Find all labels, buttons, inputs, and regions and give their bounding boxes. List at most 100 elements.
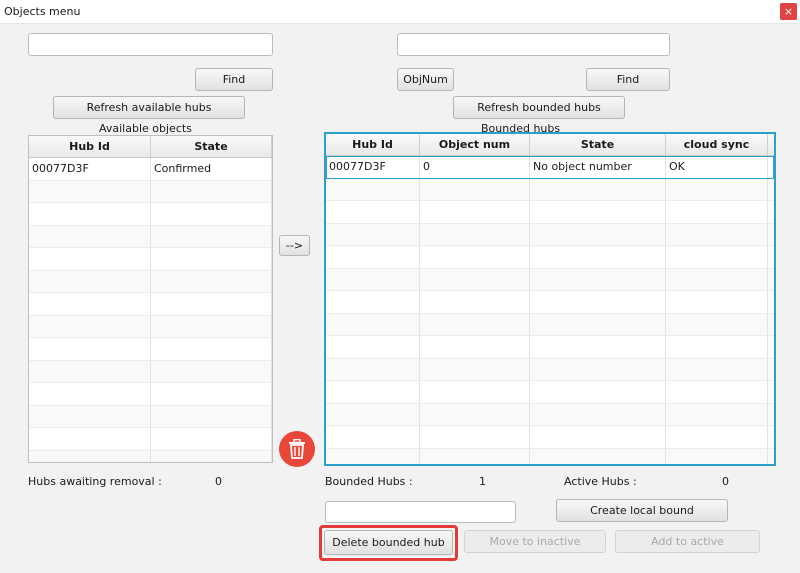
table-cell: [326, 178, 420, 200]
table-cell: [151, 293, 272, 315]
empty-row[interactable]: [326, 223, 774, 246]
table-cell: [29, 338, 151, 360]
table-cell: [666, 358, 768, 380]
empty-row[interactable]: [29, 383, 272, 406]
empty-row[interactable]: [29, 180, 272, 203]
empty-row[interactable]: [326, 426, 774, 449]
table-cell: [326, 381, 420, 403]
table-cell: [530, 313, 666, 335]
table-cell: 0: [420, 156, 530, 178]
empty-row[interactable]: [29, 338, 272, 361]
column-header-hub-id[interactable]: Hub Id: [29, 136, 151, 157]
empty-row[interactable]: [29, 360, 272, 383]
available-objects-table[interactable]: Hub Id State 00077D3F Confirmed: [28, 135, 273, 463]
hubs-awaiting-removal-count: 0: [215, 475, 222, 488]
table-cell: [530, 201, 666, 223]
table-cell: [151, 315, 272, 337]
highlight-box: [319, 525, 458, 561]
table-cell: [29, 225, 151, 247]
table-row[interactable]: 00077D3F 0 No object number OK: [326, 156, 774, 179]
bounded-find-button[interactable]: Find: [586, 68, 670, 91]
empty-row[interactable]: [326, 291, 774, 314]
available-find-button[interactable]: Find: [195, 68, 273, 91]
available-search-input[interactable]: [28, 33, 273, 56]
bounded-search-input[interactable]: [397, 33, 670, 56]
table-cell: [29, 315, 151, 337]
empty-row[interactable]: [29, 315, 272, 338]
column-header-cloud-sync[interactable]: cloud sync: [666, 134, 768, 155]
empty-row[interactable]: [326, 268, 774, 291]
table-cell: [666, 403, 768, 425]
create-local-bound-button[interactable]: Create local bound: [556, 499, 728, 522]
refresh-available-hubs-button[interactable]: Refresh available hubs: [53, 96, 245, 119]
refresh-bounded-hubs-button[interactable]: Refresh bounded hubs: [453, 96, 625, 119]
empty-row[interactable]: [29, 203, 272, 226]
table-cell: [530, 246, 666, 268]
table-cell: [666, 381, 768, 403]
hubs-awaiting-removal-label: Hubs awaiting removal :: [28, 475, 162, 488]
empty-row[interactable]: [29, 248, 272, 271]
empty-row[interactable]: [326, 201, 774, 224]
table-cell: [151, 405, 272, 427]
table-cell: [530, 448, 666, 464]
table-cell: [29, 360, 151, 382]
empty-row[interactable]: [29, 450, 272, 462]
table-cell: [420, 201, 530, 223]
empty-row[interactable]: [29, 225, 272, 248]
empty-row[interactable]: [326, 403, 774, 426]
table-cell: [666, 268, 768, 290]
table-cell: [530, 291, 666, 313]
empty-row[interactable]: [326, 381, 774, 404]
add-to-active-button[interactable]: Add to active: [615, 530, 760, 553]
table-cell: [666, 313, 768, 335]
table-cell: [420, 178, 530, 200]
table-cell: [151, 180, 272, 202]
empty-row[interactable]: [29, 405, 272, 428]
table-cell: [530, 178, 666, 200]
table-cell: [420, 313, 530, 335]
table-row[interactable]: 00077D3F Confirmed: [29, 158, 272, 181]
close-icon[interactable]: ×: [780, 3, 797, 20]
local-bound-input[interactable]: [325, 501, 516, 523]
column-header-state[interactable]: State: [530, 134, 666, 155]
table-cell: [420, 358, 530, 380]
table-cell: [151, 225, 272, 247]
empty-row[interactable]: [326, 313, 774, 336]
empty-row[interactable]: [326, 448, 774, 464]
table-cell: [151, 270, 272, 292]
move-to-inactive-button[interactable]: Move to inactive: [464, 530, 606, 553]
move-right-button[interactable]: -->: [279, 235, 310, 256]
table-cell: [326, 246, 420, 268]
table-cell: [666, 178, 768, 200]
empty-row[interactable]: [29, 270, 272, 293]
table-cell: [420, 426, 530, 448]
empty-row[interactable]: [326, 336, 774, 359]
table-cell: [326, 223, 420, 245]
bounded-hubs-count-label: Bounded Hubs :: [325, 475, 413, 488]
table-cell: [420, 403, 530, 425]
table-cell: [29, 248, 151, 270]
table-cell: [29, 405, 151, 427]
column-header-hub-id[interactable]: Hub Id: [326, 134, 420, 155]
title-bar: Objects menu ×: [0, 0, 800, 24]
empty-row[interactable]: [326, 246, 774, 269]
table-cell: [530, 426, 666, 448]
table-cell: [29, 383, 151, 405]
table-cell: [420, 223, 530, 245]
table-cell: [151, 203, 272, 225]
empty-row[interactable]: [29, 293, 272, 316]
bounded-hubs-table[interactable]: Hub Id Object num State cloud sync 00077…: [324, 132, 776, 466]
table-cell: [420, 448, 530, 464]
table-cell: [151, 450, 272, 462]
table-cell: Confirmed: [151, 158, 272, 180]
empty-row[interactable]: [326, 358, 774, 381]
objnum-button[interactable]: ObjNum: [397, 68, 454, 91]
table-cell: [29, 428, 151, 450]
table-cell: [326, 291, 420, 313]
empty-row[interactable]: [326, 178, 774, 201]
column-header-state[interactable]: State: [151, 136, 272, 157]
table-cell: [530, 223, 666, 245]
empty-row[interactable]: [29, 428, 272, 451]
delete-trash-button[interactable]: [279, 431, 315, 467]
column-header-object-num[interactable]: Object num: [420, 134, 530, 155]
